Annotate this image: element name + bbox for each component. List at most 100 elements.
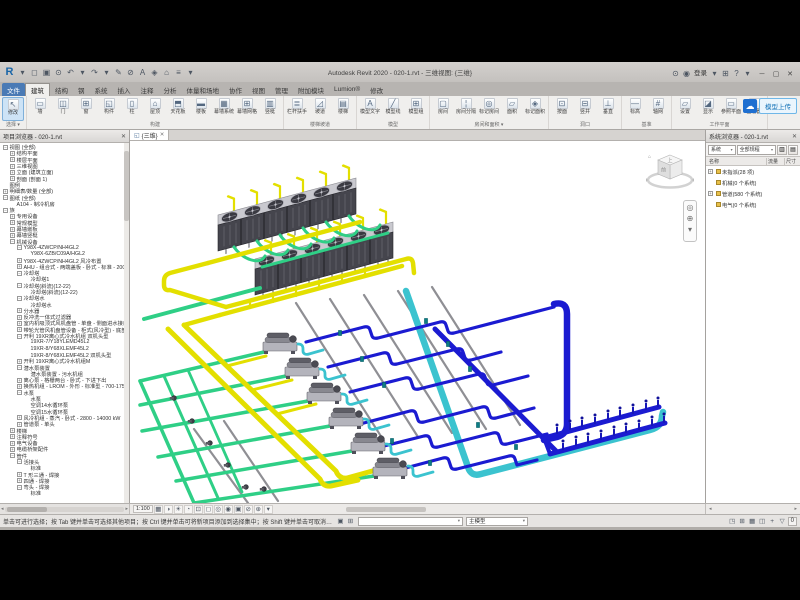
nav-more-arrow[interactable]: ▾ [688,225,692,234]
tree-expander[interactable]: + [17,258,22,263]
worksets-icon[interactable]: ▣ [336,517,345,526]
crop-region-icon[interactable]: ◻ [204,505,213,514]
tree-expander[interactable]: − [17,485,22,490]
tag-icon[interactable]: ◈ [149,66,160,79]
vertical-opening-button[interactable]: ⊥垂直 [597,97,619,121]
tree-expander[interactable]: − [17,334,22,339]
model-upload-button[interactable]: 模型上传 [759,98,797,114]
mullion-button[interactable]: ▥竖梃 [259,97,281,121]
shadows-icon[interactable]: ◔ [184,505,193,514]
tag-room-button[interactable]: ◎标记房间 [478,97,500,121]
app-store-icon[interactable]: ⊞ [720,67,731,80]
select-underlay-icon[interactable]: ▦ [748,517,757,526]
room-separator-button[interactable]: ¦房间分隔 [455,97,477,121]
level-button[interactable]: —标高 [624,97,646,121]
zoom-tool-icon[interactable]: ⊕ [687,214,694,223]
ribbon-tab-6[interactable]: 注释 [136,83,159,96]
tree-expander[interactable]: − [3,208,8,213]
tree-expander[interactable]: + [17,308,22,313]
sun-path-icon[interactable]: ☀ [174,505,183,514]
tree-expander[interactable]: + [17,422,22,427]
area-button[interactable]: ▱面积 [501,97,523,121]
search-icon[interactable]: ⊙ [670,67,681,80]
close-icon[interactable]: ✕ [121,133,126,140]
tree-expander[interactable]: − [3,145,8,150]
tree-expander[interactable]: + [10,428,15,433]
floor-button[interactable]: ▬楼板 [190,97,212,121]
maximize-button[interactable]: ▢ [769,68,783,81]
grid-button[interactable]: #轴网 [647,97,669,121]
revit-logo[interactable]: R [3,66,16,79]
constraints-icon[interactable]: ⊕ [254,505,263,514]
drag-on-selection-icon[interactable]: + [768,517,777,526]
chilled-water-green-pipes[interactable] [140,352,374,503]
redo-icon[interactable]: ↷ [89,66,100,79]
drawing-area[interactable]: ◱ {三维} ✕ [130,130,705,503]
tree-expander[interactable]: + [10,447,15,452]
minimize-button[interactable]: ─ [755,68,769,81]
tree-expander[interactable]: + [17,321,22,326]
tree-item-19[interactable]: +AHU - 组合式 - 两端盖板 - 卧式 - 标准 - 2000 - 10.… [0,264,129,270]
tree-expander[interactable]: + [10,151,15,156]
model-group-button[interactable]: ⊞模型组 [405,97,427,121]
undo-arrow[interactable]: ▾ [77,66,88,79]
tree-expander[interactable]: − [17,459,22,464]
ribbon-tab-10[interactable]: 视图 [247,83,270,96]
tree-expander[interactable]: − [17,365,22,370]
tree-expander[interactable]: + [10,434,15,439]
tree-expander[interactable]: + [17,378,22,383]
tree-expander[interactable]: + [17,264,22,269]
door-button[interactable]: ◫门 [52,97,74,121]
curtain-system-button[interactable]: ▦幕墙系统 [213,97,235,121]
system-filter-select[interactable]: 系统▾ [708,145,736,155]
tree-expander[interactable]: − [3,195,8,200]
tree-expander[interactable]: + [17,478,22,483]
ribbon-tab-8[interactable]: 体量和场地 [182,83,225,96]
view-tab-3d[interactable]: ◱ {三维} ✕ [130,130,169,140]
opening-by-face-button[interactable]: ⊡按面 [551,97,573,121]
browser-hscrollbar[interactable]: ◂ ▸ [0,504,130,514]
panel-hscrollbar[interactable]: ◂▸ [705,504,800,514]
tree-expander[interactable]: − [10,239,15,244]
default-3d-view-icon[interactable]: ⌂ [161,66,172,79]
navigation-bar[interactable]: ◎⊕▾ [683,200,697,242]
tree-expander[interactable]: + [17,415,22,420]
more-tools-arrow[interactable]: ▾ [264,505,273,514]
reveal-hidden-icon[interactable]: ◉ [224,505,233,514]
user-icon[interactable]: ◉ [681,67,692,80]
tree-item-38[interactable]: +换热机组 - LROM - 外形 - 标准型 - 700-175-CN [0,383,129,389]
select-pinned-icon[interactable]: ◫ [758,517,767,526]
system-row-expander[interactable]: + [708,191,713,196]
tree-expander[interactable]: + [17,472,22,477]
view-scale[interactable]: 1:100 [133,505,153,513]
help-arrow[interactable]: ▾ [742,67,753,80]
tree-expander[interactable]: + [10,233,15,238]
column-settings-icon[interactable]: ▤ [788,145,798,155]
tree-expander[interactable]: + [17,384,22,389]
close-button[interactable]: ✕ [783,68,797,81]
scroll-left-arrow[interactable]: ◂ [1,506,4,512]
scroll-right-arrow[interactable]: ▸ [125,506,128,512]
ribbon-tab-1[interactable]: 建筑 [25,83,50,96]
ribbon-tab-12[interactable]: 附加模块 [293,83,329,96]
tree-expander[interactable]: + [17,359,22,364]
tree-expander[interactable]: + [10,157,15,162]
tree-expander[interactable]: + [3,189,8,194]
filter-icon[interactable]: ▽ [778,517,787,526]
tree-expander[interactable]: + [10,220,15,225]
show-workplane-button[interactable]: ◪显示 [697,97,719,121]
temporary-view-icon[interactable]: ▣ [234,505,243,514]
autofit-columns-icon[interactable]: ▥ [777,145,787,155]
system-row-3[interactable]: +电气(0 个系统) [706,199,800,210]
curtain-grid-button[interactable]: ⊞幕墙网格 [236,97,258,121]
text-icon[interactable]: A [137,66,148,79]
editable-only-icon[interactable]: ◳ [728,517,737,526]
ribbon-tab-5[interactable]: 插入 [113,83,136,96]
tag-area-button[interactable]: ◈标记面积 [524,97,546,121]
shaft-button[interactable]: ⊟竖井 [574,97,596,121]
analytical-model-icon[interactable]: ⊘ [244,505,253,514]
tree-expander[interactable]: − [17,296,22,301]
visual-style-icon[interactable]: ◑ [164,505,173,514]
roof-button[interactable]: ⌂屋顶 [144,97,166,121]
view-tab-close-icon[interactable]: ✕ [160,132,165,138]
